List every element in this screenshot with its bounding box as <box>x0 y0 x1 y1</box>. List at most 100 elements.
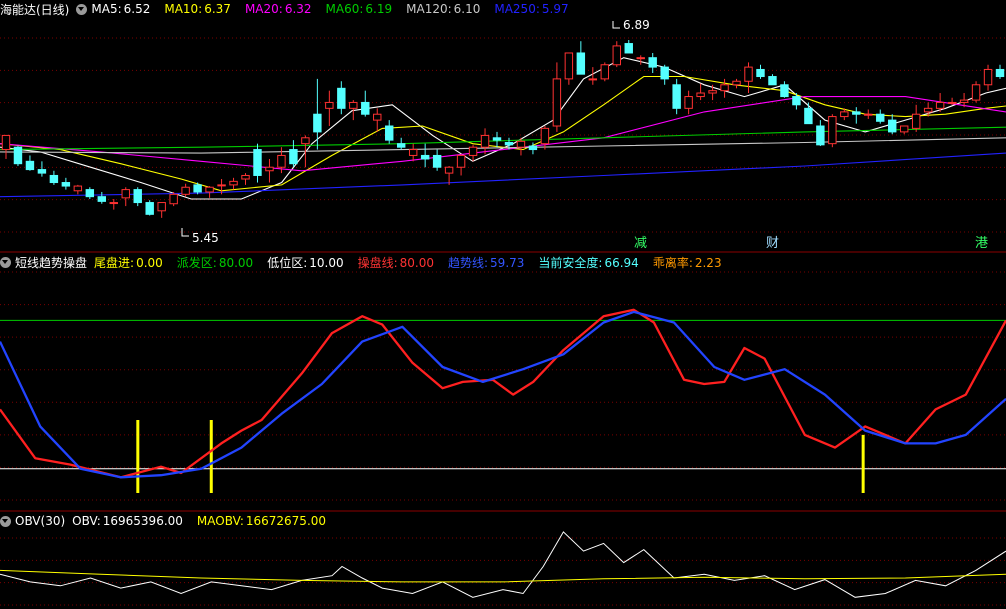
obv-series-maobv <box>0 569 1006 583</box>
trend-legend-item-label: 乖离率: <box>652 255 693 270</box>
trend-legend-item-5: 当前安全度: 66.94 <box>538 256 645 270</box>
trend-legend-item-label: 当前安全度: <box>538 255 603 270</box>
ma-legend-item-value: 6.10 <box>453 2 481 16</box>
candle-body-up <box>468 146 478 156</box>
settings-dropdown-icon[interactable] <box>76 3 88 15</box>
candle-body-down <box>672 84 681 109</box>
candle-body-up <box>708 90 717 94</box>
ma-legend-item-5: MA250: 5.97 <box>494 2 575 16</box>
trend-legend-item-value: 80.00 <box>218 255 254 270</box>
ma-legend-item-2: MA20: 6.32 <box>245 2 319 16</box>
candle-body-up <box>480 134 490 148</box>
event-marker-gang[interactable]: 港 <box>975 237 988 251</box>
low-price-label: 5.45 <box>192 231 219 245</box>
trend-legend-item-value: 0.00 <box>136 255 163 270</box>
trend-series-trend <box>0 310 1006 479</box>
candle-body-up <box>121 189 130 199</box>
ma-legend-item-1: MA10: 6.37 <box>164 2 238 16</box>
candle-body-up <box>911 113 921 129</box>
ma-line-ma5 <box>0 57 1006 200</box>
candle-body-up <box>456 154 466 168</box>
candle-body-up <box>109 202 118 205</box>
candle-body-up <box>720 84 729 92</box>
trend-legend-item-3: 操盘线: 80.00 <box>358 256 441 270</box>
ma-legend-item-0: MA5: 6.52 <box>91 2 157 16</box>
trend-series-operate <box>0 308 1006 479</box>
obv-legend-item-0: OBV: 16965396.00 <box>72 514 190 528</box>
candle-body-up <box>983 68 993 86</box>
candle-body-down <box>792 96 801 106</box>
candle-body-down <box>420 154 430 160</box>
ma-legend-item-label: MA250: <box>494 2 540 16</box>
candle-body-down <box>385 125 394 141</box>
ma-line-ma20 <box>0 96 1006 172</box>
ma-legend-item-label: MA20: <box>244 2 283 16</box>
candle-body-down <box>756 68 765 78</box>
candle-body-up <box>325 101 334 109</box>
candle-body-up <box>552 78 562 127</box>
ma-line-ma120 <box>0 137 1006 154</box>
candle-body-down <box>432 154 442 168</box>
ma-legend-item-label: MA60: <box>325 2 364 16</box>
trend-legend-item-value: 2.23 <box>694 255 722 270</box>
trend-legend-item-0: 尾盘进: 0.00 <box>94 256 170 270</box>
candle-body-down <box>528 145 538 151</box>
candle-body-down <box>576 52 586 75</box>
candle-body-up <box>229 180 238 186</box>
event-marker-jian[interactable]: 减 <box>634 237 647 251</box>
obv-legend-item-label: OBV: <box>72 514 101 528</box>
obv-dropdown-icon[interactable] <box>0 515 11 527</box>
candle-body-down <box>49 174 59 184</box>
candle-body-up <box>636 57 645 60</box>
ma-legend-item-label: MA10: <box>164 2 203 16</box>
trend-panel-header: 短线趋势操盘 尾盘进: 0.00 派发区: 80.00 低位区: 10.00 操盘线: 80.… <box>0 253 743 271</box>
trend-legend-item-2: 低位区: 10.00 <box>267 256 350 270</box>
candle-body-down <box>768 76 777 86</box>
candle-body-up <box>217 184 226 187</box>
candle-body-down <box>25 160 35 171</box>
candle-body-down <box>780 84 789 98</box>
candle-body-up <box>540 127 550 145</box>
ma-line-ma10 <box>0 75 1006 192</box>
trend-legend-item-4: 趋势线: 59.73 <box>448 256 531 270</box>
trend-legend-item-6: 乖离率: 2.23 <box>653 256 729 270</box>
candle-body-up <box>923 107 933 113</box>
trend-panel-title: 短线趋势操盘 <box>15 255 88 270</box>
trend-legend-item-value: 80.00 <box>399 255 434 270</box>
candle-body-down <box>97 196 107 202</box>
ma-legend-item-3: MA60: 6.19 <box>326 2 400 16</box>
obv-series-obv <box>0 531 1006 598</box>
trend-legend-item-label: 尾盘进: <box>94 255 135 270</box>
trend-legend-item-label: 低位区: <box>267 255 308 270</box>
candle-body-down <box>876 113 885 122</box>
candle-body-up <box>277 154 286 168</box>
candle-body-down <box>145 202 154 215</box>
event-marker-cai[interactable]: 财 <box>766 237 779 251</box>
candle-body-up <box>696 92 705 98</box>
ma-legend-item-value: 6.19 <box>365 2 393 16</box>
obv-legend-item-value: 16965396.00 <box>102 514 183 528</box>
candle-body-up <box>612 45 621 66</box>
ma-legend: MA5: 6.52 MA10: 6.37 MA20: 6.32 MA60: 6.19 MA120… <box>91 2 582 16</box>
candle-body-up <box>408 149 418 156</box>
candle-body-down <box>804 107 813 125</box>
candle-body-down <box>648 57 657 68</box>
candle-body-down <box>361 101 370 115</box>
candle-body-up <box>205 186 214 193</box>
ma-legend-item-value: 6.52 <box>123 2 151 16</box>
candle-body-down <box>995 68 1005 78</box>
panel-dropdown-icon[interactable] <box>0 256 11 268</box>
candle-body-up <box>349 101 358 109</box>
candle-body-up <box>169 193 178 205</box>
obv-legend-item-label: MAOBV: <box>196 514 244 528</box>
low-price-pointer <box>181 228 189 237</box>
candle-body-up <box>181 186 190 195</box>
trend-legend-item-label: 操盘线: <box>357 255 398 270</box>
candle-body-down <box>504 141 514 146</box>
candle-body-up <box>959 99 969 103</box>
obv-panel-header: OBV(30) OBV: 16965396.00 MAOBV: 16672675.00 <box>0 512 347 530</box>
trend-legend-item-value: 59.73 <box>490 255 525 270</box>
ma-legend-item-label: MA120: <box>406 2 452 16</box>
candle-body-up <box>1 134 11 151</box>
candle-body-down <box>13 146 23 165</box>
